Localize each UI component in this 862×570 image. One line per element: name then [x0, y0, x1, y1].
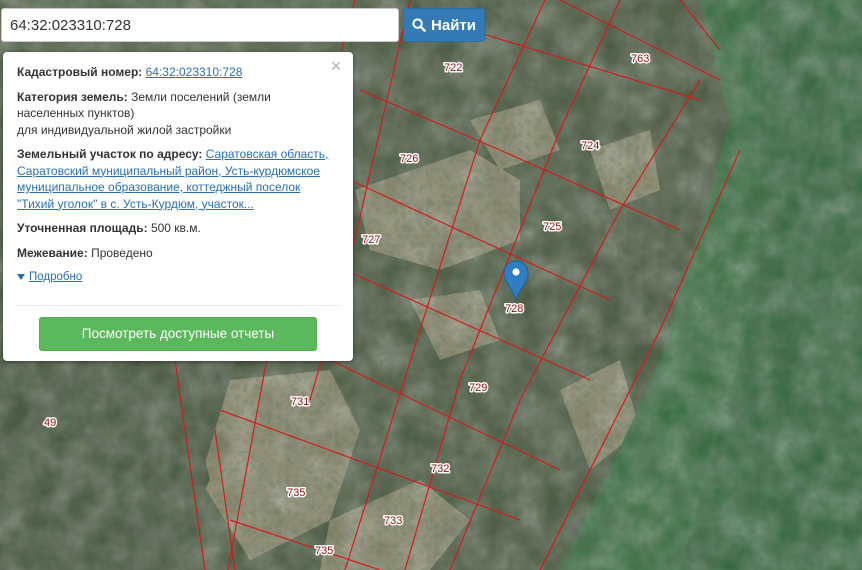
land-category-label: Категория земель:: [17, 89, 128, 104]
plot-label-728[interactable]: 728: [504, 302, 525, 317]
plot-label-731[interactable]: 731: [290, 395, 311, 410]
search-button[interactable]: Найти: [403, 8, 485, 42]
address-row: Земельный участок по адресу: Саратовская…: [17, 146, 339, 212]
details-link[interactable]: Подробно: [29, 269, 82, 286]
land-category-row: Категория земель: Земли поселений (земли…: [17, 89, 339, 139]
plot-label-735-b[interactable]: 735: [314, 544, 335, 559]
plot-label-735[interactable]: 735: [286, 486, 307, 501]
plot-label-732[interactable]: 732: [430, 462, 451, 477]
search-button-label: Найти: [431, 16, 476, 34]
survey-value: Проведено: [91, 245, 153, 260]
plot-label-729[interactable]: 729: [468, 381, 489, 396]
cadastral-number-link[interactable]: 64:32:023310:728: [146, 65, 243, 79]
search-input[interactable]: 64:32:023310:728: [1, 8, 399, 42]
area-row: Уточненная площадь: 500 кв.м.: [17, 220, 339, 237]
plot-label-727[interactable]: 727: [361, 233, 382, 248]
view-reports-button[interactable]: Посмотреть доступные отчеты: [39, 317, 317, 351]
cadastral-number-row: Кадастровый номер: 64:32:023310:728: [17, 64, 339, 81]
plot-label-726[interactable]: 726: [399, 152, 420, 167]
plot-label-733[interactable]: 733: [383, 514, 404, 529]
cadastral-number-label: Кадастровый номер:: [17, 65, 143, 79]
land-use-value: для индивидуальной жилой застройки: [17, 122, 232, 137]
address-label: Земельный участок по адресу:: [17, 147, 203, 161]
area-label: Уточненная площадь:: [17, 221, 148, 235]
magnifier-icon: [412, 18, 426, 32]
survey-label: Межевание:: [17, 245, 88, 260]
plot-label-722[interactable]: 722: [443, 61, 464, 76]
area-value: 500 кв.м.: [150, 221, 201, 235]
plot-label-725[interactable]: 725: [542, 220, 563, 235]
plot-label-763[interactable]: 763: [630, 52, 651, 67]
close-icon[interactable]: ×: [328, 57, 344, 75]
details-toggle[interactable]: Подробно: [17, 269, 339, 286]
plot-info-popup: × Кадастровый номер: 64:32:023310:728 Ка…: [3, 52, 353, 361]
survey-row: Межевание: Проведено: [17, 245, 339, 262]
plot-label-724[interactable]: 724: [580, 139, 601, 154]
plot-label-49[interactable]: 49: [43, 416, 58, 431]
triangle-down-icon: [17, 274, 25, 281]
popup-divider: [17, 305, 339, 306]
